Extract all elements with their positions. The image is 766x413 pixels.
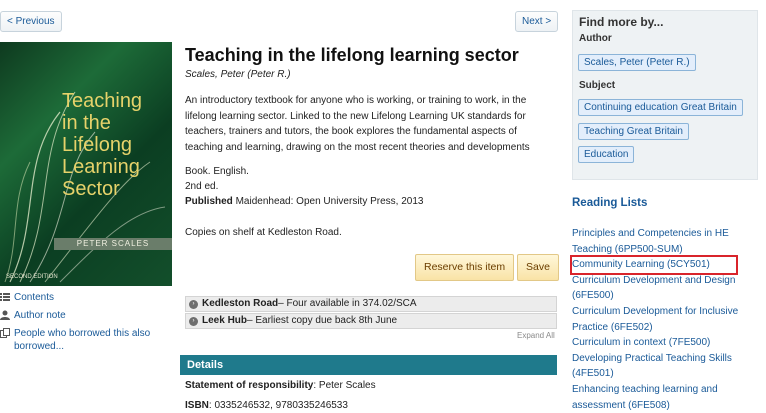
next-button[interactable]: Next > xyxy=(515,11,559,32)
holding-status: – Earliest copy due back 8th June xyxy=(247,315,398,326)
expand-icon: › xyxy=(189,316,198,326)
copy-icon xyxy=(0,328,10,338)
record-description: An introductory textbook for anyone who … xyxy=(185,95,530,153)
published-value: Maidenhead: Open University Press, 2013 xyxy=(235,196,424,207)
isbn: ISBN: 0335246532, 9780335246533 xyxy=(185,400,348,411)
list-icon xyxy=(0,293,10,301)
reading-list-link[interactable]: Curriculum Development and Design (6FE50… xyxy=(572,273,758,304)
save-button[interactable]: Save xyxy=(517,254,559,281)
author-subheading: Author xyxy=(579,33,612,44)
responsibility-value: : Peter Scales xyxy=(313,380,376,391)
holding-row[interactable]: › Kedleston Road – Four available in 374… xyxy=(185,296,557,312)
expand-icon: › xyxy=(189,299,198,309)
reading-list-link[interactable]: Curriculum in context (7FE500) xyxy=(572,335,758,351)
isbn-label: ISBN xyxy=(185,400,209,411)
statement-of-responsibility: Statement of responsibility: Peter Scale… xyxy=(185,380,376,391)
holding-status: – Four available in 374.02/SCA xyxy=(278,298,417,309)
subject-facet-chip[interactable]: Teaching Great Britain xyxy=(578,123,689,140)
record-title: Teaching in the lifelong learning sector xyxy=(185,45,519,65)
reading-list-link-highlighted[interactable]: Community Learning (5CY501) xyxy=(570,255,738,275)
holding-row[interactable]: › Leek Hub – Earliest copy due back 8th … xyxy=(185,313,557,329)
isbn-value: : 0335246532, 9780335246533 xyxy=(208,400,348,411)
record-author: Scales, Peter (Peter R.) xyxy=(185,69,291,80)
find-more-panel: Find more by... Author Scales, Peter (Pe… xyxy=(572,10,758,180)
reading-list-link[interactable]: Principles and Competencies in HE Teachi… xyxy=(572,226,758,257)
author-note-link[interactable]: Author note xyxy=(0,309,66,322)
details-heading: Details xyxy=(180,355,557,375)
reading-list-link[interactable]: Enhancing teaching learning and assessme… xyxy=(572,382,758,413)
holding-location: Kedleston Road xyxy=(202,298,279,309)
cover-edition: SECOND EDITION xyxy=(6,274,58,280)
reserve-button[interactable]: Reserve this item xyxy=(415,254,515,281)
previous-button[interactable]: < Previous xyxy=(0,11,62,32)
subject-subheading: Subject xyxy=(579,80,616,91)
responsibility-label: Statement of responsibility xyxy=(185,380,314,391)
subject-facet-chip[interactable]: Education xyxy=(578,146,635,163)
cover-title: Teaching in the Lifelong Learning Sector xyxy=(62,90,143,200)
also-borrowed-link[interactable]: People who borrowed this also borrowed..… xyxy=(0,327,172,353)
reading-list-link[interactable]: Developing Practical Teaching Skills (4F… xyxy=(572,351,758,382)
author-facet-chip[interactable]: Scales, Peter (Peter R.) xyxy=(578,54,696,71)
person-icon xyxy=(0,310,10,320)
reading-lists-heading: Reading Lists xyxy=(572,197,648,209)
contents-link[interactable]: Contents xyxy=(0,291,54,304)
copies-note: Copies on shelf at Kedleston Road. xyxy=(185,227,342,238)
record-edition: 2nd ed. xyxy=(185,181,219,192)
reading-list-link[interactable]: Curriculum Development for Inclusive Pra… xyxy=(572,304,758,335)
reading-lists: Principles and Competencies in HE Teachi… xyxy=(570,226,758,413)
record-published: Published Maidenhead: Open University Pr… xyxy=(185,196,423,207)
record-format: Book. English. xyxy=(185,166,249,177)
cover-author: PETER SCALES xyxy=(54,238,172,250)
holding-location: Leek Hub xyxy=(202,315,248,326)
also-borrowed-link-label[interactable]: People who borrowed this also borrowed..… xyxy=(14,327,172,353)
subject-facet-chip[interactable]: Continuing education Great Britain xyxy=(578,99,743,116)
expand-all-link[interactable]: Expand All xyxy=(517,331,555,340)
find-more-heading: Find more by... xyxy=(579,15,664,29)
contents-link-label[interactable]: Contents xyxy=(14,291,54,304)
author-note-link-label[interactable]: Author note xyxy=(14,309,66,322)
book-cover-image: Teaching in the Lifelong Learning Sector… xyxy=(0,42,172,286)
published-label: Published xyxy=(185,196,233,207)
